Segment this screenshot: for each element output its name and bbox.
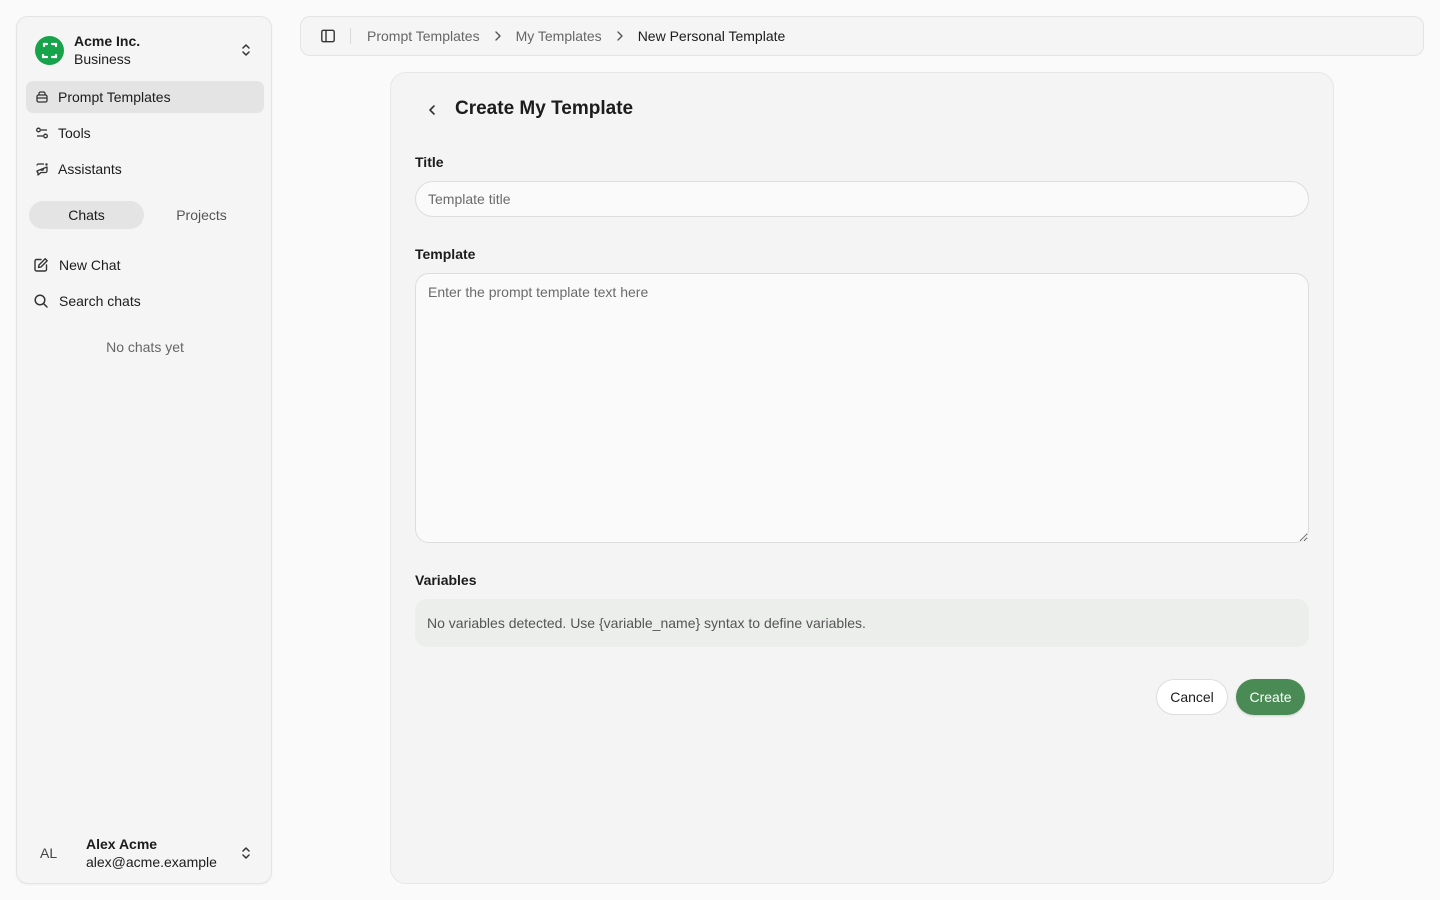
org-logo-icon [35,35,64,65]
search-chats-label: Search chats [59,293,141,309]
cancel-button[interactable]: Cancel [1156,679,1228,715]
org-plan: Business [74,51,131,67]
create-button[interactable]: Create [1236,679,1305,715]
search-icon [33,293,49,309]
variables-label: Variables [415,572,477,588]
breadcrumb-my-templates[interactable]: My Templates [516,28,602,44]
sidebar: Acme Inc. Business Prompt Templates Tool… [16,16,272,884]
chevron-right-icon [616,30,624,42]
search-chats-button[interactable]: Search chats [33,289,141,313]
divider [350,28,351,44]
org-name: Acme Inc. [74,33,141,49]
sidebar-item-label: Assistants [58,161,122,177]
template-icon [35,90,49,104]
title-input[interactable] [415,181,1309,217]
edit-icon [33,257,49,273]
sidebar-item-assistants[interactable]: Assistants [26,153,264,185]
breadcrumb: Prompt Templates My Templates New Person… [367,28,785,44]
user-menu[interactable]: AL Alex Acme alex@acme.example [26,829,264,877]
create-template-card: Create My Template Title Template Variab… [390,72,1334,884]
avatar: AL [40,845,58,861]
assistant-icon [35,162,49,176]
chats-projects-toggle: Chats Projects [29,201,259,229]
new-chat-label: New Chat [59,257,121,273]
tab-chats[interactable]: Chats [29,201,144,229]
template-label: Template [415,246,476,262]
chevron-right-icon [494,30,502,42]
sidebar-item-label: Prompt Templates [58,89,171,105]
tools-icon [35,126,49,140]
breadcrumb-current: New Personal Template [637,28,786,44]
new-chat-button[interactable]: New Chat [33,253,120,277]
sidebar-item-tools[interactable]: Tools [26,117,264,149]
org-switcher[interactable]: Acme Inc. Business [26,26,264,74]
user-email: alex@acme.example [86,854,217,870]
sidebar-toggle-icon[interactable] [320,28,336,44]
variables-empty-message: No variables detected. Use {variable_nam… [415,599,1309,647]
chevron-up-down-icon [240,42,252,63]
back-chevron-icon[interactable] [425,101,439,119]
topbar: Prompt Templates My Templates New Person… [300,16,1424,56]
user-name: Alex Acme [86,836,158,852]
tab-projects[interactable]: Projects [144,201,259,229]
sidebar-item-label: Tools [58,125,91,141]
template-textarea[interactable] [415,273,1309,543]
empty-chats-message: No chats yet [106,339,184,355]
sidebar-item-prompt-templates[interactable]: Prompt Templates [26,81,264,113]
chevron-up-down-icon [240,845,252,866]
page-title: Create My Template [455,98,634,119]
title-label: Title [415,154,444,170]
breadcrumb-prompt-templates[interactable]: Prompt Templates [367,28,480,44]
